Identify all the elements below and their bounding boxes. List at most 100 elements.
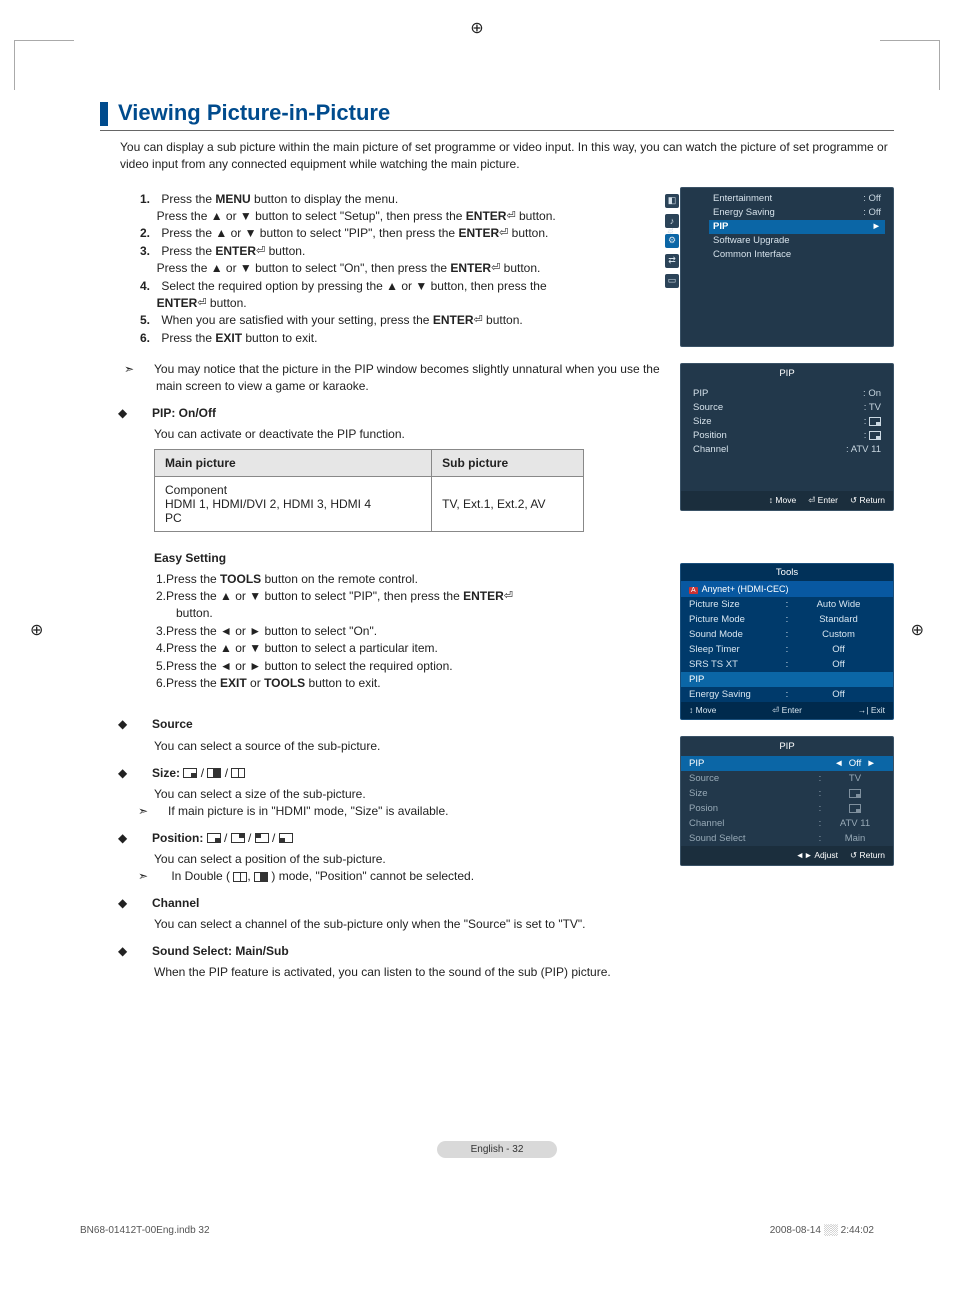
enter-icon: ⏎ <box>491 261 500 277</box>
osd-row: Source: TV <box>689 401 885 415</box>
osd-footer: ↕ Move ⏎ Enter ↺ Return <box>681 491 893 510</box>
size-desc: You can select a size of the sub-picture… <box>154 786 660 803</box>
enter-icon: ⏎ <box>504 589 513 605</box>
channel-heading: ◆Channel <box>136 895 660 912</box>
step-3: 3. Press the ENTER ⏎ button. Press the ▲… <box>140 243 660 278</box>
size-small-icon <box>869 417 881 426</box>
osd-row: Picture Mode:Standard <box>681 612 893 627</box>
pip-onoff: ◆PIP: On/Off <box>136 405 660 422</box>
osd-row: Sound Select:Main <box>681 831 893 846</box>
doc-timestamp: 2008-08-14 ░░ 2:44:02 <box>770 1225 874 1236</box>
th-main: Main picture <box>155 449 432 476</box>
pos-tr-icon <box>231 833 245 843</box>
osd-row: Entertainment: Off <box>709 192 885 206</box>
osd-row: Position: <box>689 429 885 443</box>
easy-setting-title: Easy Setting <box>154 551 226 565</box>
osd-row: Picture Size:Auto Wide <box>681 597 893 612</box>
size-note: ➣If main picture is in "HDMI" mode, "Siz… <box>154 803 660 820</box>
th-sub: Sub picture <box>432 449 584 476</box>
osd-footer: ↕ Move ⏎ Enter →| Exit <box>681 702 893 719</box>
section-title-row: Viewing Picture-in-Picture <box>100 100 894 131</box>
channel-desc: You can select a channel of the sub-pict… <box>154 916 660 933</box>
page-title: Viewing Picture-in-Picture <box>118 100 390 126</box>
page-number-badge: English - 32 <box>437 1141 557 1158</box>
step-5: 5. When you are satisfied with your sett… <box>140 312 660 329</box>
osd-pip-title: PIP <box>681 364 893 383</box>
main-steps: 1. Press the MENU button to display the … <box>140 191 660 348</box>
step-2: 2. Press the ▲ or ▼ button to select "PI… <box>140 225 660 242</box>
position-note: ➣ In Double ( , ) mode, "Position" canno… <box>154 868 660 885</box>
sound-select-desc: When the PIP feature is activated, you c… <box>154 964 660 981</box>
enter-icon: ⏎ <box>473 313 482 329</box>
pos-br-icon <box>869 431 881 440</box>
pip-unnatural-note: ➣You may notice that the picture in the … <box>100 361 660 395</box>
osd-row: Source:TV <box>681 771 893 786</box>
size-half-icon <box>254 872 268 882</box>
osd-row: Common Interface <box>709 248 885 262</box>
enter-icon: ⏎ <box>506 209 515 225</box>
doc-filename: BN68-01412T-00Eng.indb 32 <box>80 1225 210 1236</box>
title-accent-bar <box>100 102 108 126</box>
enter-icon: ⏎ <box>256 244 265 260</box>
osd-row-selected: PIP ◄ Off ► <box>681 756 893 771</box>
pos-br-icon <box>207 833 221 843</box>
source-desc: You can select a source of the sub-pictu… <box>154 738 660 755</box>
position-desc: You can select a position of the sub-pic… <box>154 851 660 868</box>
pos-br-icon <box>849 804 861 813</box>
osd-tab-rail: ◧ ♪ ⚙ ⇄ ▭ <box>665 194 679 288</box>
td-sub: TV, Ext.1, Ext.2, AV <box>432 476 584 531</box>
osd-tools-title: Tools <box>681 564 893 581</box>
osd-row: Energy Saving: Off <box>709 206 885 220</box>
osd-setup-menu: Setup ◧ ♪ ⚙ ⇄ ▭ Entertainment: Off Energ… <box>680 187 894 347</box>
pos-tl-icon <box>255 833 269 843</box>
osd-row: Energy Saving:Off <box>681 687 893 702</box>
osd-row: Sleep Timer:Off <box>681 642 893 657</box>
osd-row: Size: <box>681 786 893 801</box>
size-double-icon <box>231 768 245 778</box>
picture-tab-icon: ◧ <box>665 194 679 208</box>
osd-row: PIP: On <box>689 387 885 401</box>
input-tab-icon: ⇄ <box>665 254 679 268</box>
print-footer: BN68-01412T-00Eng.indb 32 2008-08-14 ░░ … <box>80 1225 874 1236</box>
app-tab-icon: ▭ <box>665 274 679 288</box>
step-1: 1. Press the MENU button to display the … <box>140 191 660 226</box>
anynet-badge-icon: A <box>689 587 698 594</box>
size-double-icon <box>233 872 247 882</box>
osd-row: Channel: ATV 11 <box>689 443 885 457</box>
left-arrow-icon: ◄ <box>834 758 843 769</box>
size-small-icon <box>849 789 861 798</box>
sound-tab-icon: ♪ <box>665 214 679 228</box>
osd-pip2-title: PIP <box>681 737 893 756</box>
enter-icon: ⏎ <box>197 296 206 312</box>
right-arrow-icon: ► <box>867 758 876 769</box>
osd-pip-adjust-menu: PIP PIP ◄ Off ► Source:TV Size: Posion: … <box>680 736 894 866</box>
easy-steps: 1.Press the TOOLS button on the remote c… <box>156 571 660 693</box>
osd-row: Sound Mode:Custom <box>681 627 893 642</box>
osd-tools-menu: Tools AAnynet+ (HDMI-CEC) Picture Size:A… <box>680 563 894 720</box>
pip-onoff-desc: You can activate or deactivate the PIP f… <box>154 426 660 443</box>
source-heading: ◆Source <box>136 716 660 733</box>
osd-row: Software Upgrade <box>709 234 885 248</box>
source-table: Main pictureSub picture Component HDMI 1… <box>154 449 584 532</box>
osd-row: Size: <box>689 415 885 429</box>
size-half-icon <box>207 768 221 778</box>
osd-tools-header: AAnynet+ (HDMI-CEC) <box>681 581 893 597</box>
osd-row: Channel:ATV 11 <box>681 816 893 831</box>
intro-text: You can display a sub picture within the… <box>120 139 894 173</box>
size-heading: ◆Size: / / <box>136 765 660 782</box>
osd-row: SRS TS XT:Off <box>681 657 893 672</box>
step-4: 4. Select the required option by pressin… <box>140 278 660 313</box>
osd-pip-menu: PIP PIP: On Source: TV Size: Position: C… <box>680 363 894 511</box>
step-6: 6. Press the EXIT button to exit. <box>140 330 660 347</box>
pos-bl-icon <box>279 833 293 843</box>
osd-row: Posion: <box>681 801 893 816</box>
position-heading: ◆Position: / / / <box>136 830 660 847</box>
osd-row-selected: PIP <box>681 672 893 687</box>
osd-footer: ◄► Adjust ↺ Return <box>681 846 893 865</box>
osd-row-selected: PIP► <box>709 220 885 234</box>
td-main: Component HDMI 1, HDMI/DVI 2, HDMI 3, HD… <box>155 476 432 531</box>
sound-select-heading: ◆Sound Select: Main/Sub <box>136 943 660 960</box>
size-small-icon <box>183 768 197 778</box>
setup-tab-icon: ⚙ <box>665 234 679 248</box>
enter-icon: ⏎ <box>499 226 508 242</box>
